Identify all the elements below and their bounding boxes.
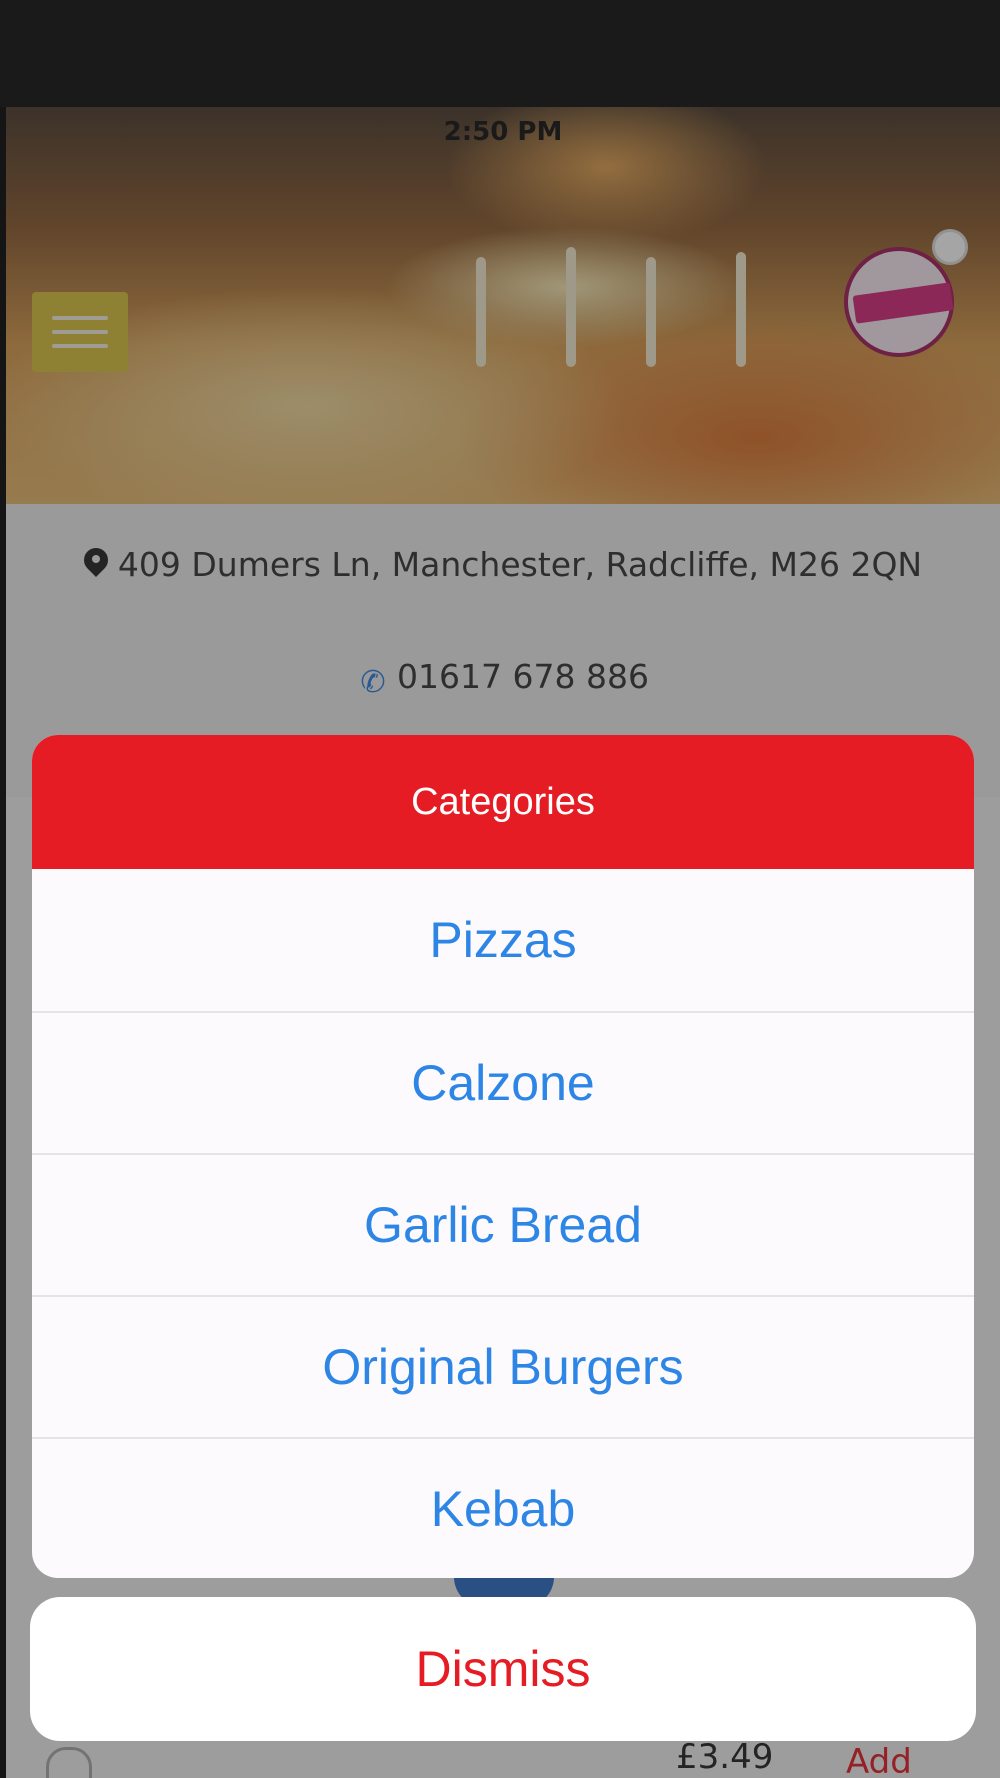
category-item-garlic-bread[interactable]: Garlic Bread	[32, 1153, 974, 1295]
action-sheet-title: Categories	[32, 735, 974, 869]
categories-action-sheet: Categories Pizzas Calzone Garlic Bread O…	[32, 735, 974, 1578]
category-item-calzone[interactable]: Calzone	[32, 1011, 974, 1153]
app-screen: 2:50 PM 409 Dumers Ln, Manchester, Radcl…	[6, 107, 1000, 1778]
dismiss-button[interactable]: Dismiss	[30, 1597, 976, 1741]
category-item-original-burgers[interactable]: Original Burgers	[32, 1295, 974, 1437]
device-top-bar	[0, 0, 1000, 107]
category-item-kebab[interactable]: Kebab	[32, 1437, 974, 1578]
category-item-pizzas[interactable]: Pizzas	[32, 869, 974, 1011]
